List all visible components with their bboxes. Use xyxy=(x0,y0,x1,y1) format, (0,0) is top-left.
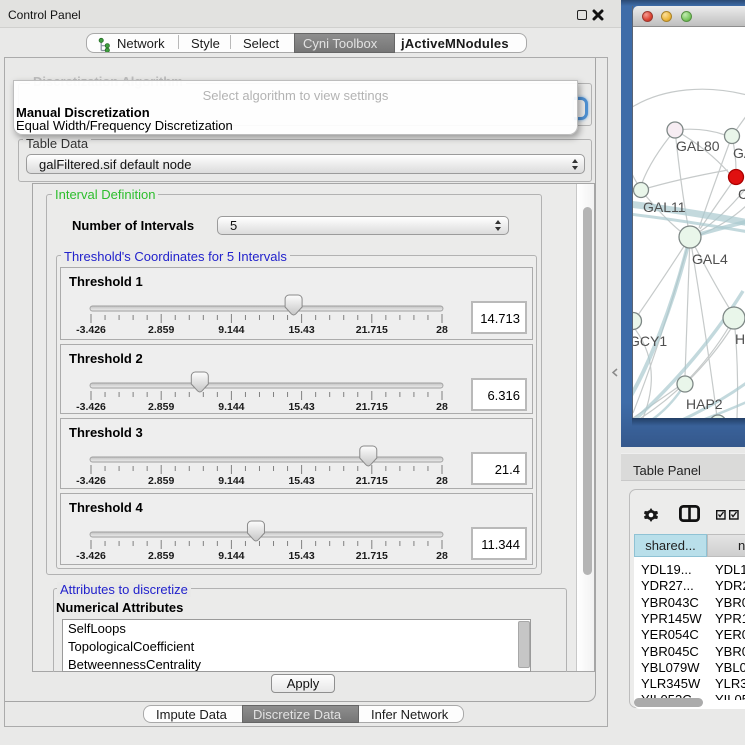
svg-text:2.859: 2.859 xyxy=(148,401,174,413)
svg-text:15.43: 15.43 xyxy=(288,401,314,413)
svg-text:-3.426: -3.426 xyxy=(76,324,106,336)
svg-text:GAL11: GAL11 xyxy=(643,199,686,215)
svg-text:9.144: 9.144 xyxy=(218,550,244,562)
svg-text:H: H xyxy=(735,331,745,347)
svg-text:2.859: 2.859 xyxy=(148,550,174,562)
svg-text:15.43: 15.43 xyxy=(288,475,314,487)
svg-text:-3.426: -3.426 xyxy=(76,475,106,487)
svg-text:GCY1: GCY1 xyxy=(633,333,667,349)
svg-text:HAP2: HAP2 xyxy=(686,396,723,412)
svg-text:28: 28 xyxy=(436,475,448,487)
svg-text:15.43: 15.43 xyxy=(288,550,314,562)
svg-text:15.43: 15.43 xyxy=(288,324,314,336)
svg-text:GAL4: GAL4 xyxy=(692,251,728,267)
svg-text:2.859: 2.859 xyxy=(148,475,174,487)
svg-text:21.715: 21.715 xyxy=(356,550,388,562)
svg-text:9.144: 9.144 xyxy=(218,401,244,413)
svg-text:9.144: 9.144 xyxy=(218,324,244,336)
svg-text:-3.426: -3.426 xyxy=(76,401,106,413)
svg-text:28: 28 xyxy=(436,324,448,336)
svg-text:9.144: 9.144 xyxy=(218,475,244,487)
svg-text:GAL80: GAL80 xyxy=(676,138,720,154)
svg-text:21.715: 21.715 xyxy=(356,401,388,413)
svg-text:21.715: 21.715 xyxy=(356,324,388,336)
svg-text:C: C xyxy=(738,186,745,202)
svg-text:2.859: 2.859 xyxy=(148,324,174,336)
svg-text:28: 28 xyxy=(436,550,448,562)
svg-text:21.715: 21.715 xyxy=(356,475,388,487)
svg-text:-3.426: -3.426 xyxy=(76,550,106,562)
svg-text:GA: GA xyxy=(733,145,745,161)
svg-text:28: 28 xyxy=(436,401,448,413)
